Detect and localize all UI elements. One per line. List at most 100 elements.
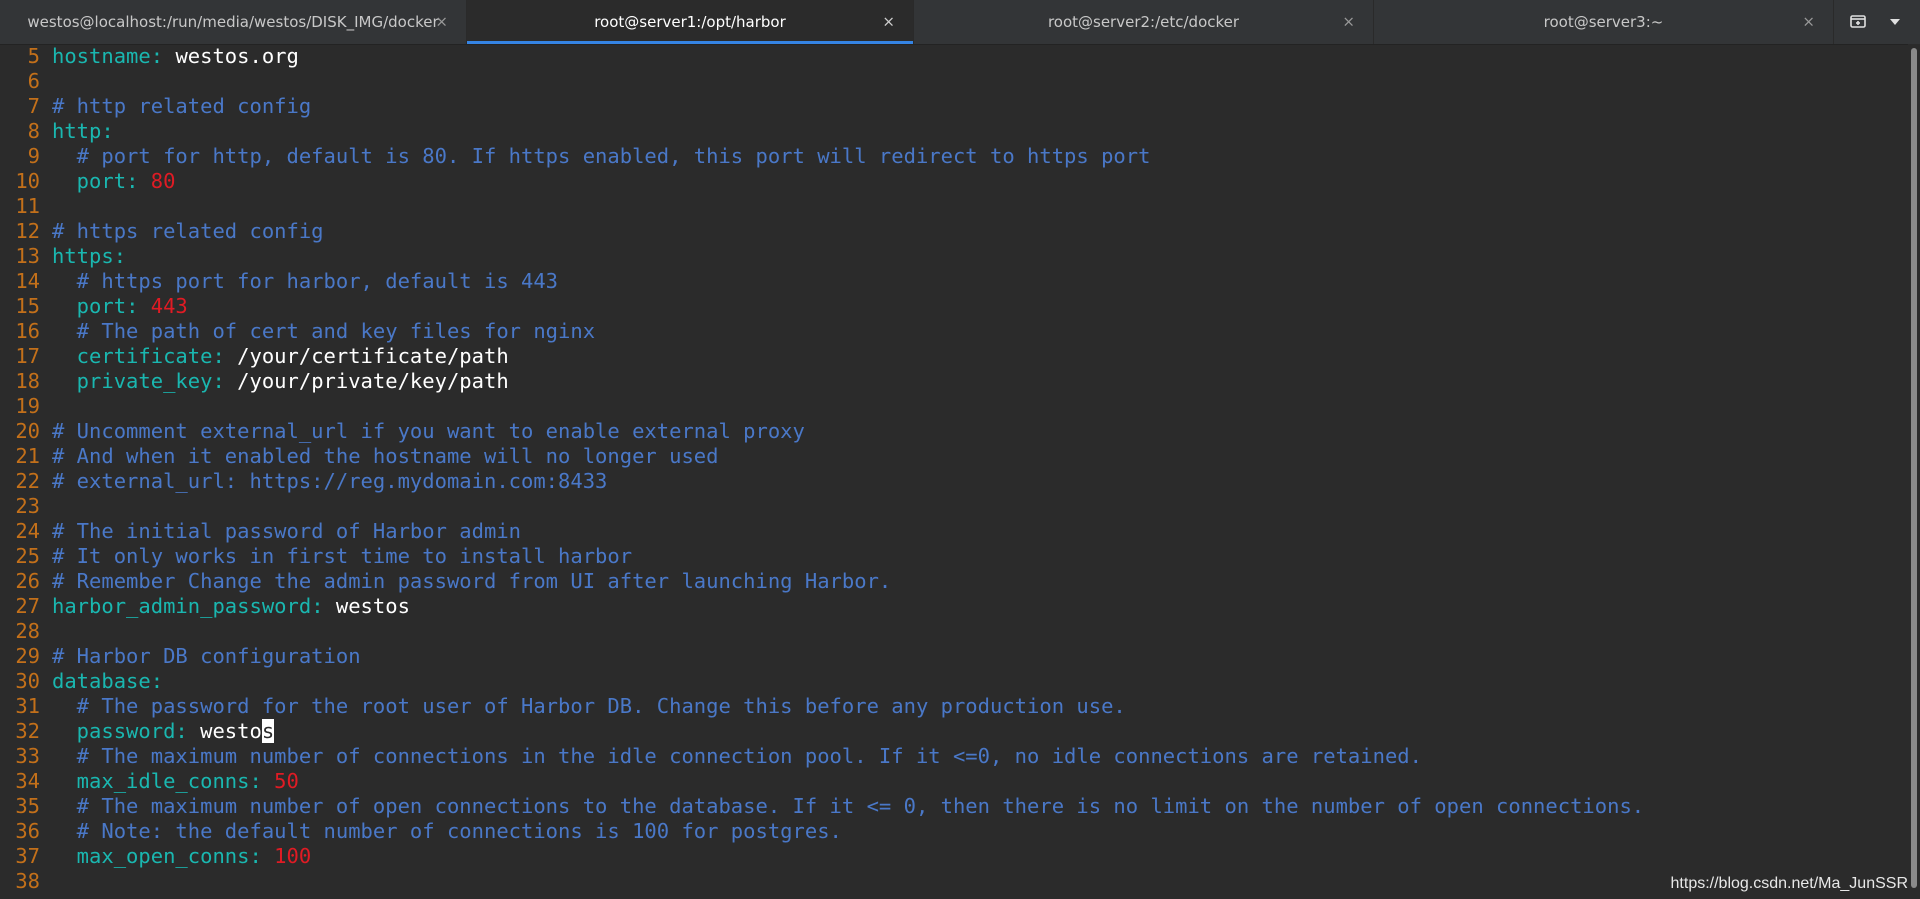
line-number: 27 [15,594,40,618]
line-content: # The password for the root user of Harb… [40,694,1126,718]
code-line: 13 https: [0,244,1908,269]
code-line: 8 http: [0,119,1908,144]
code-line: 33 # The maximum number of connections i… [0,744,1908,769]
text-cursor: s [261,719,275,743]
line-number: 24 [15,519,40,543]
code-token: # port for http, default is 80. If https… [52,144,1151,168]
line-content: max_idle_conns: 50 [40,769,299,793]
code-line: 19 [0,394,1908,419]
line-number: 9 [27,144,40,168]
line-content: # The initial password of Harbor admin [40,519,521,543]
line-content: # Harbor DB configuration [40,644,361,668]
code-token: # The path of cert and key files for ngi… [52,319,596,343]
close-icon[interactable]: × [1802,14,1815,30]
code-line: 5 hostname: westos.org [0,44,1908,69]
code-token: # The maximum number of connections in t… [52,744,1422,768]
code-line: 21 # And when it enabled the hostname wil… [0,444,1908,469]
line-number: 38 [15,869,40,893]
code-token: http: [52,119,114,143]
code-token: # The maximum number of open connections… [52,794,1645,818]
line-content: private_key: /your/private/key/path [40,369,509,393]
close-icon[interactable]: × [882,14,895,30]
tab-localhost-docker[interactable]: westos@localhost:/run/media/westos/DISK_… [0,0,467,44]
line-content [40,869,52,893]
line-number: 19 [15,394,40,418]
line-number: 6 [27,69,40,93]
tab-label: root@server3:~ [1543,13,1664,31]
code-token: # https port for harbor, default is 443 [52,269,559,293]
tab-label: root@server2:/etc/docker [1047,13,1240,31]
line-number: 8 [27,119,40,143]
tab-bar: westos@localhost:/run/media/westos/DISK_… [0,0,1920,45]
line-content: port: 443 [40,294,188,318]
line-content: certificate: /your/certificate/path [40,344,509,368]
line-number: 29 [15,644,40,668]
line-number: 12 [15,219,40,243]
line-number: 10 [15,169,40,193]
code-token: password [52,719,176,743]
code-token: : [126,294,151,318]
code-line: 26 # Remember Change the admin password f… [0,569,1908,594]
code-token: # external_url: https://reg.mydomain.com… [52,469,608,493]
code-line: 16 # The path of cert and key files for … [0,319,1908,344]
code-line: 22 # external_url: https://reg.mydomain.c… [0,469,1908,494]
tab-server1-harbor[interactable]: root@server1:/opt/harbor × [467,0,914,44]
close-icon[interactable]: × [435,14,448,30]
code-line: 29 # Harbor DB configuration [0,644,1908,669]
line-content [40,194,52,218]
new-tab-icon[interactable] [1847,10,1871,34]
code-token: certificate [52,344,213,368]
code-line: 17 certificate: /your/certificate/path [0,344,1908,369]
code-line: 23 [0,494,1908,519]
line-content: max_open_conns: 100 [40,844,312,868]
code-line: 11 [0,194,1908,219]
code-line: 31 # The password for the root user of H… [0,694,1908,719]
code-token: # It only works in first time to install… [52,544,633,568]
line-number: 37 [15,844,40,868]
line-content [40,69,52,93]
tab-server2-docker[interactable]: root@server2:/etc/docker × [914,0,1374,44]
line-content: # The maximum number of connections in t… [40,744,1422,768]
code-line: 18 private_key: /your/private/key/path [0,369,1908,394]
chevron-down-icon[interactable] [1883,10,1907,34]
line-content: database: [40,669,163,693]
line-number: 28 [15,619,40,643]
tab-server3-home[interactable]: root@server3:~ × [1374,0,1834,44]
code-token: # The initial password of Harbor admin [52,519,521,543]
code-token: 443 [150,294,188,318]
code-line: 36 # Note: the default number of connect… [0,819,1908,844]
close-icon[interactable]: × [1342,14,1355,30]
code-token: private_key [52,369,213,393]
watermark: https://blog.csdn.net/Ma_JunSSR [1670,875,1908,892]
code-token: : [175,719,201,743]
line-number: 20 [15,419,40,443]
scrollbar-thumb[interactable] [1911,48,1917,888]
code-token: : [126,169,151,193]
line-content: # Note: the default number of connection… [40,819,842,843]
line-number: 35 [15,794,40,818]
line-content: # Remember Change the admin password fro… [40,569,891,593]
line-number: 32 [15,719,40,743]
code-token: database: [52,669,164,693]
line-content: harbor_admin_password: westos [40,594,410,618]
code-token: westos.org [175,44,299,68]
code-line: 6 [0,69,1908,94]
line-content: # external_url: https://reg.mydomain.com… [40,469,607,493]
code-token: max_open_conns [52,844,250,868]
code-line: 15 port: 443 [0,294,1908,319]
tab-label: root@server1:/opt/harbor [594,13,786,31]
vim-editor[interactable]: 5 hostname: westos.org 6 7 # http related co… [0,44,1908,899]
code-line: 38 [0,869,1908,894]
code-line: 34 max_idle_conns: 50 [0,769,1908,794]
line-number: 11 [15,194,40,218]
code-token: # http related config [52,94,312,118]
code-line: 32 password: westos [0,719,1908,744]
line-number: 14 [15,269,40,293]
code-line: 9 # port for http, default is 80. If htt… [0,144,1908,169]
terminal-window: westos@localhost:/run/media/westos/DISK_… [0,0,1920,899]
line-number: 30 [15,669,40,693]
scrollbar[interactable] [1908,44,1920,899]
code-token: # And when it enabled the hostname will … [52,444,719,468]
code-token: 80 [150,169,176,193]
line-number: 23 [15,494,40,518]
